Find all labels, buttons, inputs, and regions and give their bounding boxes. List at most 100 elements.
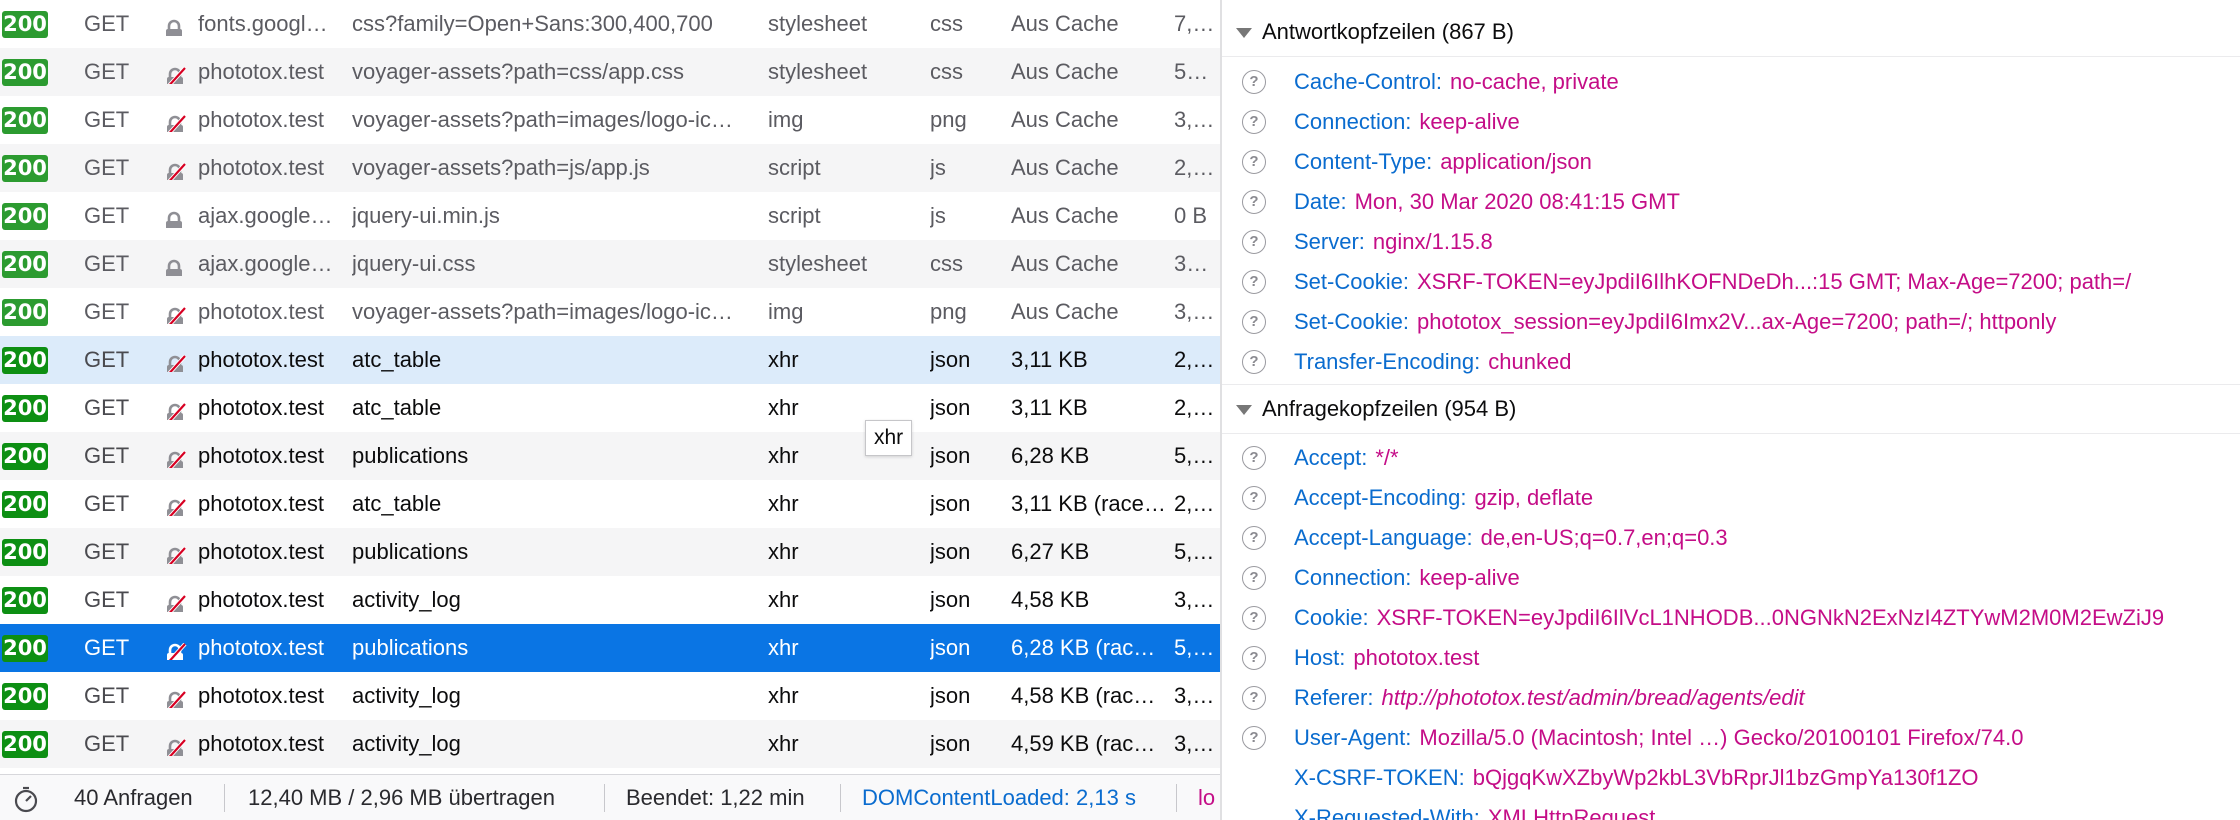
finish-time: Beendet: 1,22 min — [626, 785, 805, 810]
help-icon[interactable]: ? — [1242, 526, 1266, 550]
request-row[interactable]: 200 GET phototox.test voyager-assets?path=i… — [0, 96, 1220, 144]
request-row[interactable]: 200 GET phototox.test activity_log xhr json 4,… — [0, 720, 1220, 768]
header-value[interactable]: gzip, deflate — [1474, 485, 1593, 510]
header-value[interactable]: nginx/1.15.8 — [1373, 229, 1493, 254]
help-icon[interactable]: ? — [1242, 270, 1266, 294]
help-icon[interactable]: ? — [1242, 646, 1266, 670]
header-row[interactable]: ? Set-Cookie: XSRF-TOKEN=eyJpdiI6IlhKOFNDe… — [1222, 262, 2240, 302]
header-value[interactable]: keep-alive — [1419, 109, 1519, 134]
status-code-badge: 200 — [2, 299, 48, 326]
load-time: lo — [1198, 785, 1216, 810]
header-value[interactable]: Mozilla/5.0 (Macintosh; Intel …) Gecko/2… — [1419, 725, 2023, 750]
request-row[interactable]: 200 GET phototox.test voyager-assets?path=i… — [0, 288, 1220, 336]
header-value[interactable]: chunked — [1488, 349, 1571, 374]
help-icon[interactable]: ? — [1242, 190, 1266, 214]
help-icon[interactable]: ? — [1242, 686, 1266, 710]
request-row[interactable]: 200 GET phototox.test voyager-assets?path=c… — [0, 48, 1220, 96]
transferred-cell: 6,27 KB — [1011, 539, 1090, 564]
dom-content-loaded: DOMContentLoaded: 2,13 s — [862, 785, 1136, 810]
header-row[interactable]: ? Referer: http://phototox.test/admin/brea… — [1222, 678, 2240, 718]
request-row[interactable]: 200 GET phototox.test atc_table xhr json 3,11 … — [0, 480, 1220, 528]
method-cell: GET — [84, 395, 130, 420]
header-row[interactable]: ? Content-Type: application/json — [1222, 142, 2240, 182]
header-value[interactable]: bQjgqKwXZbyWp2kbL3VbRprJl1bzGmpYa130f1ZO — [1473, 765, 1979, 790]
request-row[interactable]: 200 GET phototox.test voyager-assets?path=j… — [0, 144, 1220, 192]
request-row[interactable]: 200 GET phototox.test atc_table xhr json 3,11 … — [0, 336, 1220, 384]
transferred-cell: Aus Cache — [1011, 203, 1119, 228]
header-row[interactable]: ? Cache-Control: no-cache, private — [1222, 62, 2240, 102]
help-icon[interactable]: ? — [1242, 230, 1266, 254]
tooltip: xhr — [865, 420, 913, 456]
response-headers-toggle[interactable]: Antwortkopfzeilen (867 B) — [1222, 8, 2240, 57]
header-row[interactable]: ? Host: phototox.test — [1222, 638, 2240, 678]
header-row[interactable]: ? Connection: keep-alive — [1222, 558, 2240, 598]
request-row[interactable]: 200 GET ajax.google… jquery-ui.min.js script… — [0, 192, 1220, 240]
header-name: Accept-Encoding: — [1294, 485, 1467, 510]
type-cell: json — [930, 395, 971, 420]
size-cell: 5,… — [1174, 539, 1215, 564]
header-row[interactable]: ? Accept-Encoding: gzip, deflate — [1222, 478, 2240, 518]
header-value[interactable]: XMLHttpRequest — [1488, 805, 1656, 820]
header-row[interactable]: ? Date: Mon, 30 Mar 2020 08:41:15 GMT — [1222, 182, 2240, 222]
header-name: Connection: — [1294, 565, 1412, 590]
file-cell: voyager-assets?path=js/app.js — [352, 155, 650, 180]
status-code-badge: 200 — [2, 491, 48, 518]
help-icon[interactable]: ? — [1242, 726, 1266, 750]
header-value[interactable]: http://phototox.test/admin/bread/agents/… — [1381, 685, 1804, 710]
header-name: Set-Cookie: — [1294, 269, 1409, 294]
file-cell: publications — [352, 635, 469, 660]
header-row[interactable]: ? User-Agent: Mozilla/5.0 (Macintosh; Inte… — [1222, 718, 2240, 758]
header-row[interactable]: X-CSRF-TOKEN: bQjgqKwXZbyWp2kbL3VbRprJl1b… — [1222, 758, 2240, 798]
help-icon[interactable]: ? — [1242, 150, 1266, 174]
header-value[interactable]: no-cache, private — [1450, 69, 1619, 94]
header-value[interactable]: */* — [1375, 445, 1398, 470]
insecure-lock-icon — [163, 444, 189, 468]
header-value[interactable]: application/json — [1440, 149, 1592, 174]
status-code-badge: 200 — [2, 587, 48, 614]
request-headers-toggle[interactable]: Anfragekopfzeilen (954 B) — [1222, 384, 2240, 434]
request-row[interactable]: 200 GET phototox.test activity_log xhr json 4,… — [0, 576, 1220, 624]
file-cell: publications — [352, 443, 469, 468]
header-row[interactable]: ? Accept-Language: de,en-US;q=0.7,en;q=0.3 — [1222, 518, 2240, 558]
help-icon[interactable]: ? — [1242, 606, 1266, 630]
type-cell: json — [930, 443, 971, 468]
request-row[interactable]: 200 GET phototox.test activity_log xhr json 4,… — [0, 672, 1220, 720]
header-value[interactable]: Mon, 30 Mar 2020 08:41:15 GMT — [1355, 189, 1680, 214]
request-row[interactable]: 200 GET phototox.test publications xhr json 6,… — [0, 432, 1220, 480]
help-icon[interactable]: ? — [1242, 310, 1266, 334]
header-name: Date: — [1294, 189, 1347, 214]
header-row[interactable]: ? Set-Cookie: phototox_session=eyJpdiI6Imx… — [1222, 302, 2240, 342]
help-icon[interactable]: ? — [1242, 566, 1266, 590]
help-icon[interactable]: ? — [1242, 446, 1266, 470]
header-value[interactable]: de,en-US;q=0.7,en;q=0.3 — [1481, 525, 1728, 550]
header-row[interactable]: ? Transfer-Encoding: chunked — [1222, 342, 2240, 382]
header-value[interactable]: keep-alive — [1419, 565, 1519, 590]
header-value[interactable]: phototox.test — [1353, 645, 1479, 670]
status-code-badge: 200 — [2, 155, 48, 182]
help-icon[interactable]: ? — [1242, 350, 1266, 374]
header-row[interactable]: ? Cookie: XSRF-TOKEN=eyJpdiI6IlVcL1NHODB..… — [1222, 598, 2240, 638]
file-cell: voyager-assets?path=images/logo-ic… — [352, 299, 733, 324]
header-value[interactable]: phototox_session=eyJpdiI6Imx2V...ax-Age=… — [1417, 309, 2056, 334]
request-row[interactable]: 200 GET ajax.google… jquery-ui.css styleshee… — [0, 240, 1220, 288]
help-icon[interactable]: ? — [1242, 486, 1266, 510]
header-row[interactable]: ? Accept: */* — [1222, 438, 2240, 478]
request-row[interactable]: 200 GET phototox.test publications xhr json 6,… — [0, 528, 1220, 576]
header-value[interactable]: XSRF-TOKEN=eyJpdiI6IlVcL1NHODB...0NGNkN2… — [1377, 605, 2165, 630]
insecure-lock-icon — [163, 300, 189, 324]
request-row[interactable]: 200 GET phototox.test publications xhr json 6,… — [0, 624, 1220, 672]
header-value[interactable]: XSRF-TOKEN=eyJpdiI6IlhKOFNDeDh...:15 GMT… — [1417, 269, 2131, 294]
header-row[interactable]: X-Requested-With: XMLHttpRequest — [1222, 798, 2240, 820]
request-row[interactable]: 200 GET fonts.googl… css?family=Open+Sans:3… — [0, 0, 1220, 48]
help-icon[interactable]: ? — [1242, 110, 1266, 134]
request-row[interactable]: 200 GET phototox.test atc_table xhr json 3,11 … — [0, 384, 1220, 432]
help-icon[interactable]: ? — [1242, 70, 1266, 94]
status-code-badge: 200 — [2, 203, 48, 230]
domain-cell: phototox.test — [198, 635, 324, 660]
header-name: Connection: — [1294, 109, 1412, 134]
transferred-cell: 6,28 KB (rac… — [1011, 635, 1156, 660]
stopwatch-icon[interactable] — [12, 785, 40, 813]
type-cell: json — [930, 587, 971, 612]
header-row[interactable]: ? Server: nginx/1.15.8 — [1222, 222, 2240, 262]
header-row[interactable]: ? Connection: keep-alive — [1222, 102, 2240, 142]
